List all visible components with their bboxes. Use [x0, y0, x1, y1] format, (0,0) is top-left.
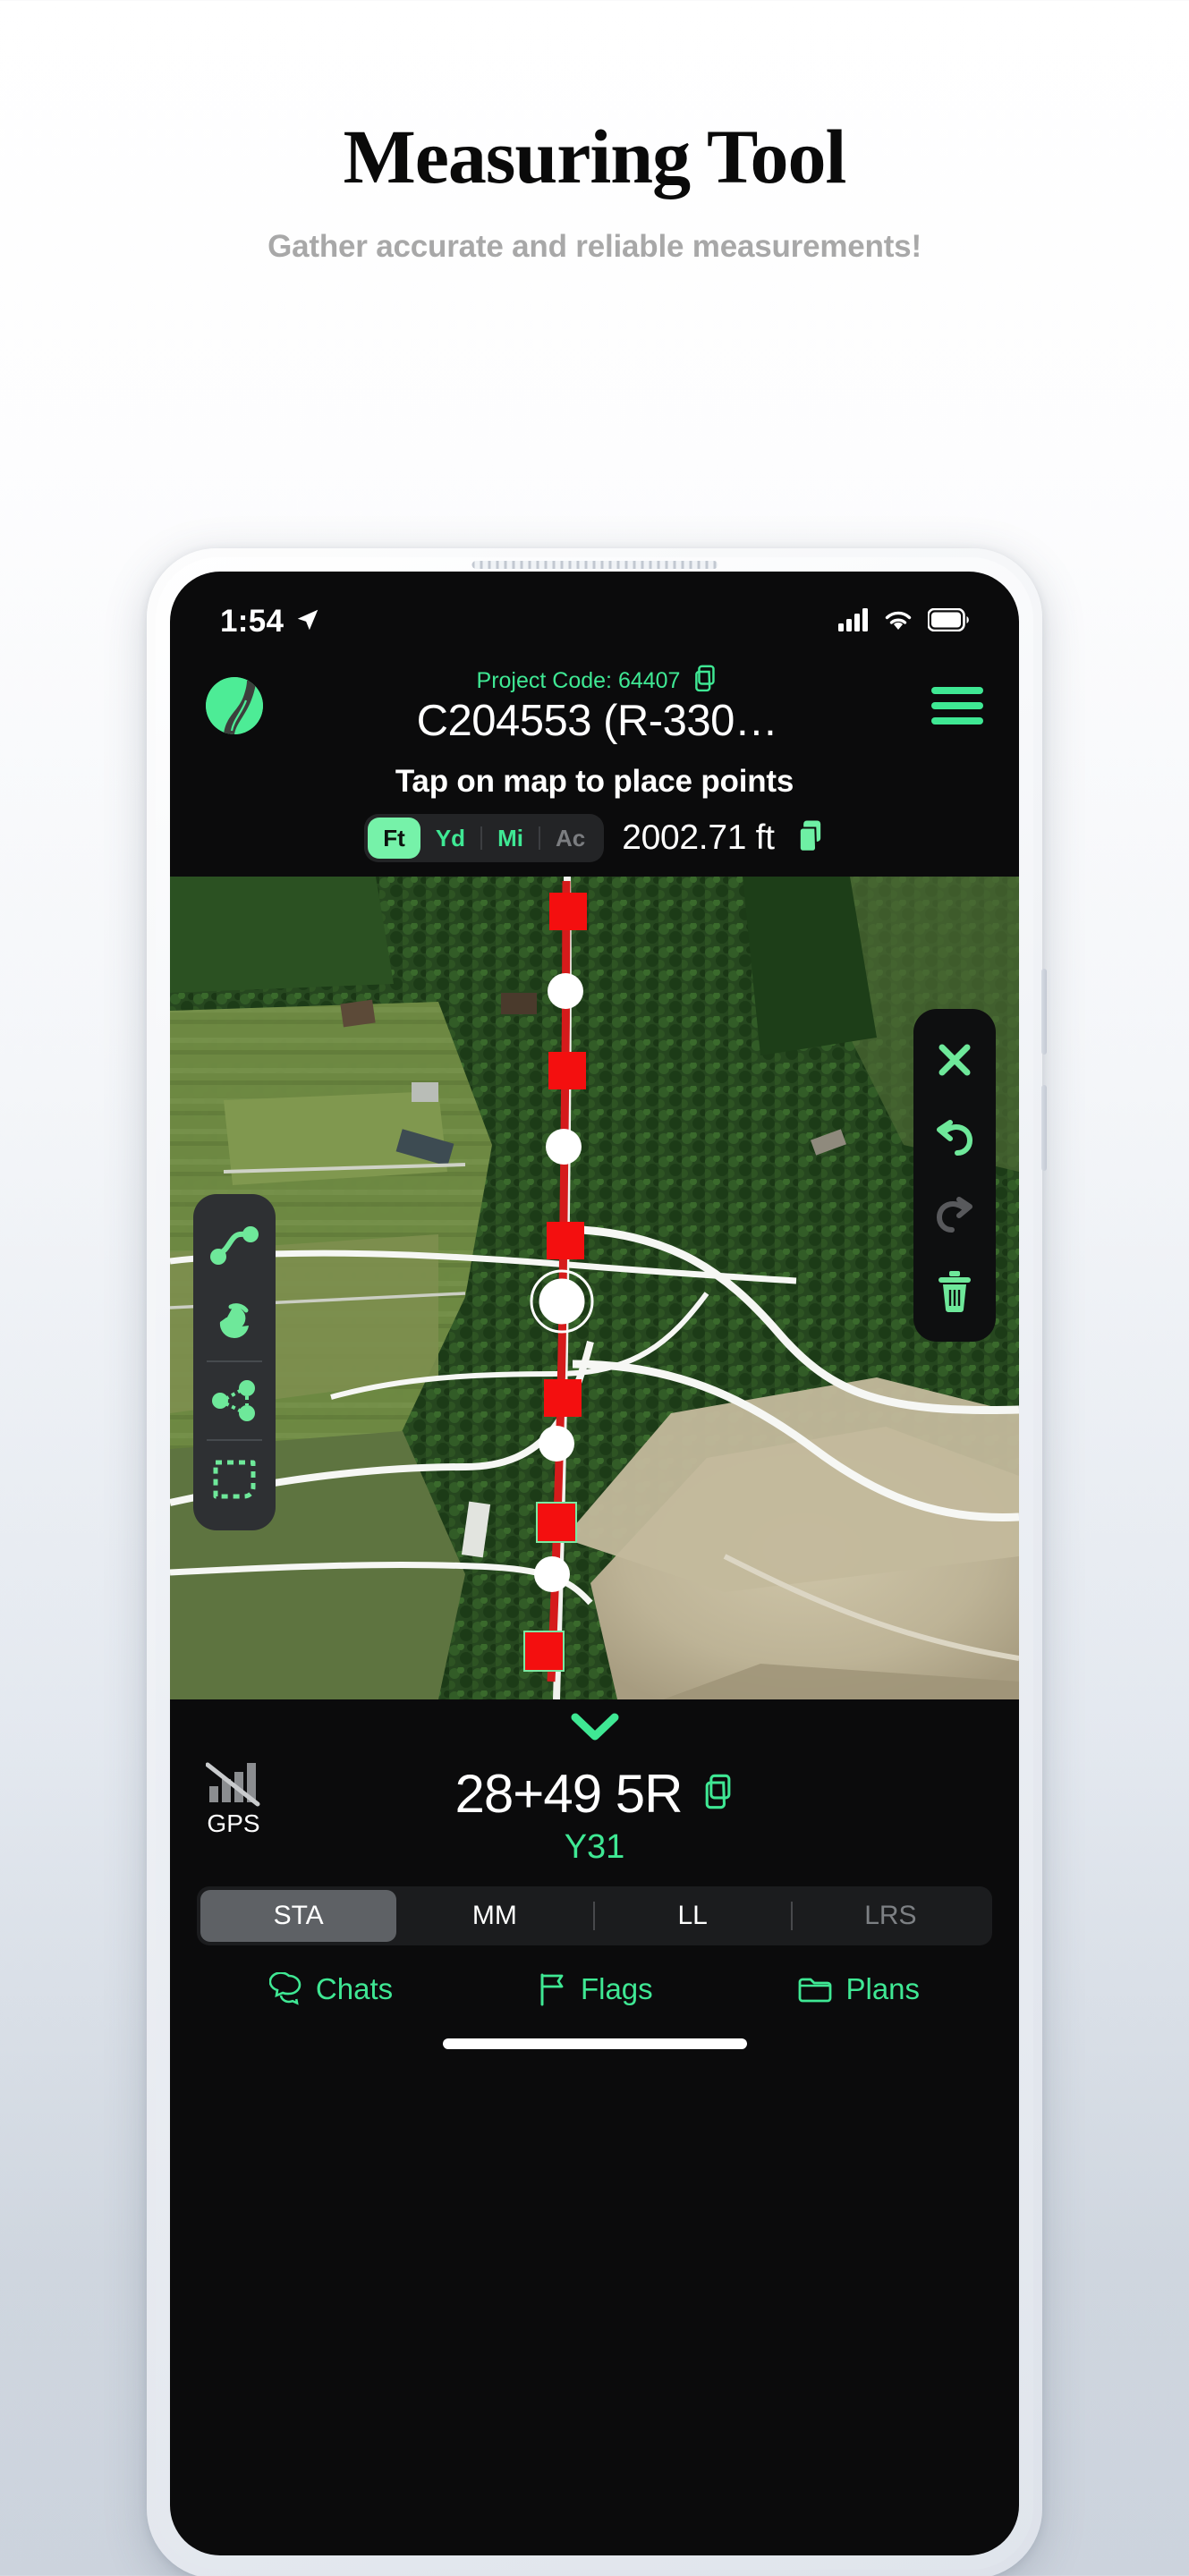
phone-mockup: 1:54 Project Code: 64407 C204553 (R-330……	[147, 548, 1047, 2576]
hamburger-bar	[931, 686, 983, 694]
project-code-label: Project Code: 64407	[476, 668, 681, 693]
tab-mm[interactable]: MM	[396, 1890, 592, 1942]
gps-status: GPS	[206, 1759, 261, 1838]
undo-arrow-icon	[937, 1120, 973, 1156]
bottom-navigation: Chats Flags Plans	[170, 1945, 1019, 2006]
copy-icon[interactable]	[793, 819, 825, 858]
measure-vertex-end	[523, 1631, 565, 1672]
hamburger-bar	[931, 716, 983, 724]
nav-label: Chats	[315, 1972, 394, 2005]
nav-label: Plans	[845, 1972, 921, 2005]
measure-vertex	[547, 1222, 584, 1259]
satellite-map[interactable]	[170, 877, 1019, 1699]
flag-icon	[540, 1973, 564, 2006]
measurement-value: 2002.71 ft	[622, 818, 775, 857]
share-nodes-icon	[212, 1380, 255, 1421]
folder-icon	[799, 1978, 832, 2003]
promo-header: Measuring Tool Gather accurate and relia…	[0, 0, 1189, 265]
tab-ll[interactable]: LL	[595, 1890, 791, 1942]
road-logo-icon[interactable]	[206, 676, 263, 734]
bottom-panel: GPS 28+49 5R Y31 STA MM LL LRS Chats Fla…	[170, 1699, 1019, 2049]
measure-midpoint	[548, 973, 583, 1009]
unit-option-mi[interactable]: Mi	[482, 818, 539, 859]
map-imagery	[170, 877, 1019, 1699]
unit-option-yd[interactable]: Yd	[420, 818, 480, 859]
undo-button[interactable]	[913, 1098, 996, 1175]
chevron-down-icon	[571, 1713, 618, 1741]
page-subtitle: Gather accurate and reliable measurement…	[268, 229, 921, 265]
app-header: Project Code: 64407 C204553 (R-330…	[170, 648, 1019, 750]
redo-button	[913, 1175, 996, 1252]
cellular-bars-icon	[838, 607, 869, 636]
status-time: 1:54	[220, 604, 285, 639]
battery-full-icon	[927, 607, 969, 636]
hamburger-bar	[931, 701, 983, 709]
copy-icon[interactable]	[691, 665, 718, 698]
nav-item-plans[interactable]: Plans	[797, 1972, 920, 2006]
hand-pointer-icon	[219, 1303, 249, 1339]
measure-vertex	[536, 1502, 577, 1543]
measure-midpoint	[539, 1426, 574, 1462]
pan-hand-tool[interactable]	[193, 1284, 276, 1360]
redo-arrow-icon	[936, 1197, 972, 1233]
map-instruction-text: Tap on map to place points	[395, 764, 794, 799]
measure-midpoint-selected	[539, 1278, 585, 1325]
hamburger-menu-icon[interactable]	[931, 686, 983, 724]
page-title: Measuring Tool	[343, 114, 847, 199]
close-x-icon	[938, 1044, 971, 1076]
wifi-icon	[883, 608, 913, 636]
gps-label: GPS	[207, 1809, 260, 1837]
measure-midpoint	[546, 1129, 582, 1165]
status-bar-right	[838, 607, 969, 636]
unit-segmented-control[interactable]: Ft Yd Mi Ac	[364, 814, 605, 862]
header-center: Project Code: 64407 C204553 (R-330…	[276, 665, 919, 746]
nav-item-chats[interactable]: Chats	[268, 1972, 394, 2006]
nav-label: Flags	[580, 1972, 653, 2005]
node-select-tool[interactable]	[193, 1362, 276, 1439]
unit-option-ac: Ac	[555, 825, 586, 852]
collapse-panel-button[interactable]	[170, 1707, 1019, 1750]
nav-item-flags[interactable]: Flags	[538, 1972, 653, 2006]
tab-lrs: LRS	[864, 1901, 917, 1930]
coordinate-mode-tabs: STA MM LL LRS	[197, 1886, 992, 1945]
volume-up-button[interactable]	[1041, 969, 1047, 1055]
tab-sta[interactable]: STA	[200, 1890, 397, 1942]
project-title: C204553 (R-330…	[416, 697, 778, 745]
unit-toolbar: Ft Yd Mi Ac 2002.71 ft	[170, 814, 1019, 877]
measure-vertex	[548, 1052, 586, 1089]
volume-down-button[interactable]	[1041, 1085, 1047, 1171]
location-arrow-icon	[294, 606, 321, 638]
speaker-grille	[471, 561, 718, 569]
area-select-tool[interactable]	[193, 1441, 276, 1518]
close-measure-button[interactable]	[913, 1021, 996, 1098]
map-action-toolbar	[913, 1009, 996, 1342]
status-bar-left: 1:54	[220, 604, 321, 640]
map-draw-toolbar	[193, 1194, 276, 1530]
status-bar: 1:54	[170, 572, 1019, 648]
unit-option-ft[interactable]: Ft	[368, 818, 420, 859]
home-indicator[interactable]	[442, 2038, 747, 2049]
project-code-row: Project Code: 64407	[276, 665, 919, 698]
station-value: 28+49 5R	[454, 1764, 684, 1824]
dashed-rectangle-icon	[213, 1460, 256, 1499]
delete-button[interactable]	[913, 1252, 996, 1329]
measure-midpoint	[534, 1556, 570, 1592]
phone-screen: 1:54 Project Code: 64407 C204553 (R-330……	[170, 572, 1019, 2555]
copy-icon[interactable]	[700, 1774, 734, 1814]
chat-bubbles-icon	[268, 1972, 301, 2005]
measure-vertex	[549, 893, 587, 930]
station-row: GPS 28+49 5R	[170, 1762, 1019, 1837]
polyline-path-icon	[210, 1226, 259, 1265]
measure-vertex	[544, 1379, 582, 1417]
gps-no-signal-icon	[206, 1762, 260, 1807]
trash-icon	[938, 1271, 971, 1312]
draw-path-tool[interactable]	[193, 1207, 276, 1284]
route-label: Y31	[564, 1828, 625, 1866]
